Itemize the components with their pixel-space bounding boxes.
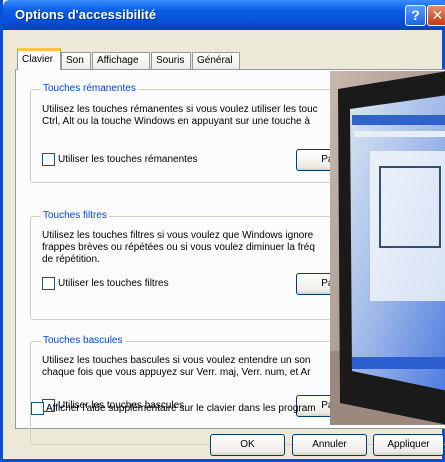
monitor-photo-image (330, 71, 445, 425)
monitor-photo-overlay (330, 71, 445, 425)
help-button[interactable]: ? (405, 5, 426, 26)
filter-keys-checkbox[interactable] (42, 277, 55, 290)
sticky-keys-title: Touches rémanentes (41, 83, 138, 94)
tab-son[interactable]: Son (61, 52, 91, 69)
close-icon: ✕ (431, 7, 444, 23)
cancel-button[interactable]: Annuler (292, 434, 367, 456)
tab-souris[interactable]: Souris (151, 52, 191, 69)
close-button[interactable]: ✕ (427, 5, 445, 26)
title-bar[interactable]: Options d'accessibilité ? ✕ (3, 0, 445, 30)
filter-keys-title: Touches filtres (41, 210, 109, 221)
ok-button[interactable]: OK (210, 434, 285, 456)
window-title: Options d'accessibilité (15, 7, 157, 22)
extra-keyboard-help-label: Afficher l'aide supplémentaire sur le cl… (46, 403, 316, 414)
sticky-keys-checkbox-label: Utiliser les touches rémanentes (58, 154, 198, 165)
tab-affichage[interactable]: Affichage (92, 52, 150, 69)
extra-keyboard-help-checkbox[interactable] (31, 402, 44, 415)
accessibility-options-dialog: Options d'accessibilité ? ✕ Clavier Son … (0, 0, 445, 462)
tab-clavier[interactable]: Clavier (17, 48, 61, 70)
help-icon: ? (411, 7, 420, 23)
tab-general[interactable]: Général (192, 52, 240, 69)
sticky-keys-checkbox[interactable] (42, 153, 55, 166)
toggle-keys-title: Touches bascules (41, 335, 125, 346)
filter-keys-checkbox-label: Utiliser les touches filtres (58, 278, 169, 289)
apply-button[interactable]: Appliquer (373, 434, 444, 456)
